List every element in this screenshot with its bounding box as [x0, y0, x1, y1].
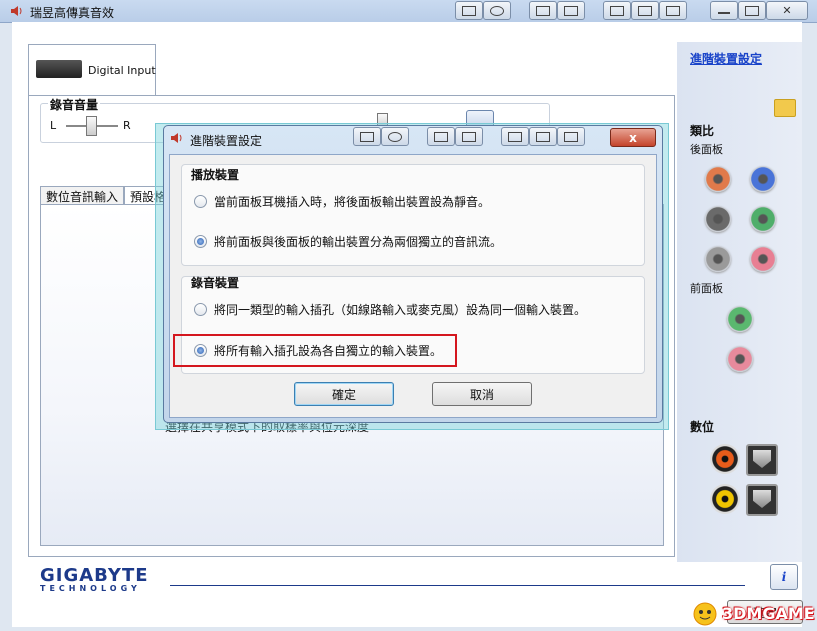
watermark-text: 3DMGAME — [722, 604, 815, 623]
dialog-toolbar-button-4[interactable] — [455, 127, 483, 146]
device-icon — [36, 60, 82, 78]
playback-group — [181, 164, 645, 266]
dialog-ok-button[interactable]: 確定 — [294, 382, 394, 406]
digital-title: 數位 — [690, 420, 715, 434]
playback-option-2-label: 將前面板與後面板的輸出裝置分為兩個獨立的音訊流。 — [214, 235, 503, 249]
radio-button-selected[interactable] — [194, 235, 207, 248]
rear-jack-green[interactable] — [750, 206, 776, 232]
toolbar-button-2[interactable] — [483, 1, 511, 20]
toolbar-button-3[interactable] — [529, 1, 557, 20]
maximize-button[interactable] — [738, 1, 766, 20]
device-tab-label: Digital Input — [88, 64, 156, 77]
recording-group-title: 錄音裝置 — [191, 276, 240, 290]
dialog-toolbar-button-7[interactable] — [557, 127, 585, 146]
dialog-toolbar-button-5[interactable] — [501, 127, 529, 146]
playback-group-title: 播放裝置 — [191, 168, 240, 182]
dialog-toolbar-button-1[interactable] — [353, 127, 381, 146]
dialog-toolbar-button-3[interactable] — [427, 127, 455, 146]
close-window-button[interactable]: ✕ — [766, 1, 808, 20]
highlight-box — [173, 334, 457, 367]
window-title: 瑞昱高傳真音效 — [30, 6, 115, 20]
toolbar-button-5[interactable] — [603, 1, 631, 20]
radio-button[interactable] — [194, 303, 207, 316]
playback-option-1-label: 當前面板耳機插入時，將後面板輸出裝置設為靜音。 — [214, 195, 491, 209]
spdif-optical-port-in[interactable] — [746, 484, 778, 516]
advanced-settings-link[interactable]: 進階裝置設定 — [690, 50, 762, 67]
volume-left-label: L — [50, 119, 57, 132]
radio-button[interactable] — [194, 195, 207, 208]
footer-divider — [170, 585, 745, 586]
spdif-optical-port[interactable] — [746, 444, 778, 476]
toolbar-button-1[interactable] — [455, 1, 483, 20]
watermark-face-icon — [693, 602, 717, 626]
minimize-button[interactable] — [710, 1, 738, 20]
logo-subtext: TECHNOLOGY — [40, 584, 141, 593]
dialog-title: 進階裝置設定 — [190, 134, 263, 148]
folder-icon[interactable] — [774, 99, 796, 117]
recording-volume-title: 錄音音量 — [48, 96, 101, 113]
rear-jack-blue[interactable] — [750, 166, 776, 192]
rear-jack-black[interactable] — [705, 206, 731, 232]
dialog-cancel-button[interactable]: 取消 — [432, 382, 532, 406]
playback-option-mute-rear[interactable]: 當前面板耳機插入時，將後面板輸出裝置設為靜音。 — [194, 193, 490, 210]
recording-option-1-label: 將同一類型的輸入插孔（如線路輸入或麥克風）設為同一個輸入裝置。 — [214, 303, 587, 317]
front-jack-pink[interactable] — [727, 346, 753, 372]
speaker-icon — [11, 6, 22, 16]
recording-option-same-type[interactable]: 將同一類型的輸入插孔（如線路輸入或麥克風）設為同一個輸入裝置。 — [194, 301, 586, 318]
gigabyte-logo: GIGABYTE TECHNOLOGY — [40, 565, 149, 593]
balance-slider-thumb[interactable] — [86, 116, 97, 136]
dialog-toolbar-button-2[interactable] — [381, 127, 409, 146]
digital-jack-coaxial-in[interactable] — [710, 484, 740, 514]
toolbar-button-4[interactable] — [557, 1, 585, 20]
playback-option-separate-streams[interactable]: 將前面板與後面板的輸出裝置分為兩個獨立的音訊流。 — [194, 233, 502, 250]
dialog-close-button[interactable]: x — [610, 128, 656, 147]
info-button[interactable]: i — [770, 564, 798, 590]
digital-jack-coaxial[interactable] — [710, 444, 740, 474]
front-jack-green[interactable] — [727, 306, 753, 332]
rear-panel-label: 後面板 — [690, 143, 723, 156]
watermark-logo: 3DMGAME — [690, 598, 815, 628]
analog-title: 類比 — [690, 124, 715, 138]
rear-jack-pink[interactable] — [750, 246, 776, 272]
speaker-icon — [171, 133, 182, 143]
logo-text: GIGABYTE — [40, 565, 149, 586]
rear-jack-gray[interactable] — [705, 246, 731, 272]
toolbar-button-7[interactable] — [659, 1, 687, 20]
rear-jack-orange[interactable] — [705, 166, 731, 192]
volume-right-label: R — [123, 119, 131, 132]
connector-panel — [677, 42, 802, 562]
window-titlebar — [0, 0, 817, 23]
front-panel-label: 前面板 — [690, 282, 723, 295]
toolbar-button-6[interactable] — [631, 1, 659, 20]
dialog-toolbar-button-6[interactable] — [529, 127, 557, 146]
